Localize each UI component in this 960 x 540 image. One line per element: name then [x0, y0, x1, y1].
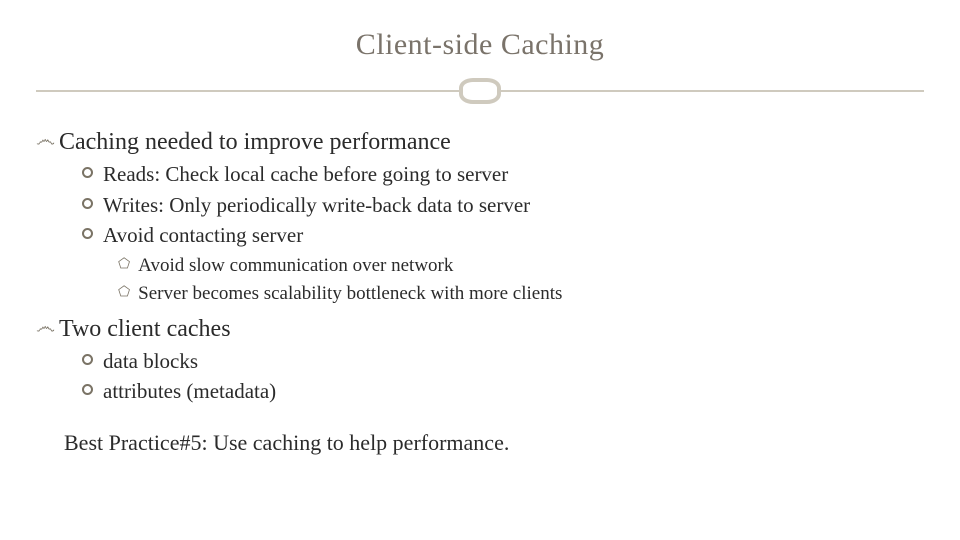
bullet-text: attributes (metadata) [103, 377, 276, 405]
bullet-text: Two client caches [59, 313, 231, 345]
slide: Client-side Caching ෴ Caching needed to … [0, 0, 960, 540]
bullet-text: Avoid slow communication over network [138, 253, 453, 279]
circle-icon [82, 228, 93, 239]
bullet-level1: ෴ Caching needed to improve performance [36, 126, 924, 158]
pentagon-icon: ⬠ [118, 253, 130, 277]
circle-icon [82, 384, 93, 395]
title-divider [36, 72, 924, 112]
slide-body: ෴ Caching needed to improve performance … [36, 126, 924, 457]
circle-icon [82, 167, 93, 178]
bullet-text: Caching needed to improve performance [59, 126, 451, 158]
bullet-level2: data blocks [82, 347, 924, 375]
swirl-icon: ෴ [36, 126, 55, 154]
bullet-level2: Reads: Check local cache before going to… [82, 160, 924, 188]
circle-icon [82, 198, 93, 209]
sublist: data blocks attributes (metadata) [82, 347, 924, 406]
bullet-level3: ⬠ Avoid slow communication over network [118, 253, 924, 279]
bullet-text: Writes: Only periodically write-back dat… [103, 191, 530, 219]
bullet-level2: Avoid contacting server [82, 221, 924, 249]
sublist: Reads: Check local cache before going to… [82, 160, 924, 306]
sub-sublist: ⬠ Avoid slow communication over network … [118, 253, 924, 306]
swirl-icon: ෴ [36, 313, 55, 341]
bullet-level2: attributes (metadata) [82, 377, 924, 405]
bullet-text: Reads: Check local cache before going to… [103, 160, 508, 188]
best-practice-note: Best Practice#5: Use caching to help per… [64, 428, 924, 458]
pentagon-icon: ⬠ [118, 281, 130, 305]
circle-icon [82, 354, 93, 365]
bullet-level2: Writes: Only periodically write-back dat… [82, 191, 924, 219]
bullet-level1: ෴ Two client caches [36, 313, 924, 345]
divider-ring-icon [459, 78, 501, 104]
bullet-text: data blocks [103, 347, 198, 375]
slide-title: Client-side Caching [36, 28, 924, 62]
bullet-level3: ⬠ Server becomes scalability bottleneck … [118, 281, 924, 307]
bullet-text: Server becomes scalability bottleneck wi… [138, 281, 562, 307]
bullet-text: Avoid contacting server [103, 221, 303, 249]
